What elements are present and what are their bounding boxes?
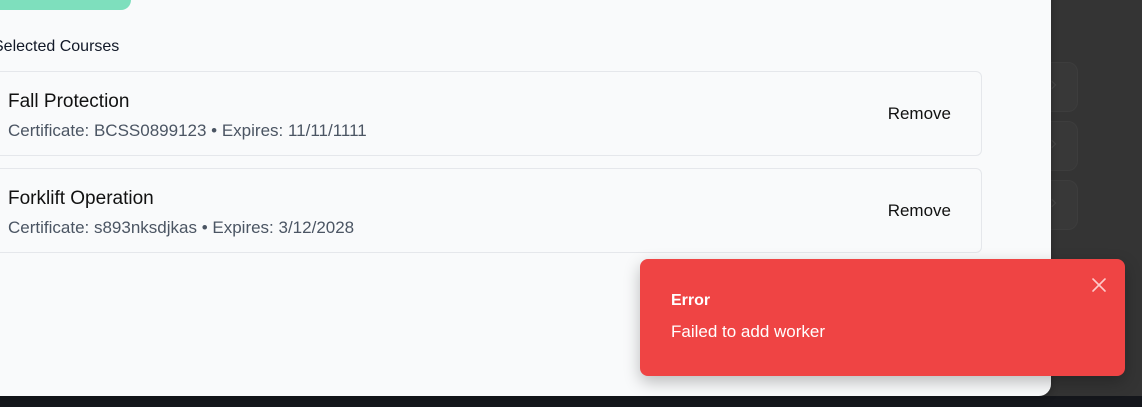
toast-message: Failed to add worker bbox=[671, 322, 826, 341]
submit-button[interactable] bbox=[0, 0, 131, 10]
remove-course-button[interactable]: Remove bbox=[880, 195, 959, 227]
error-toast: Error Failed to add worker bbox=[640, 259, 1125, 376]
remove-course-button[interactable]: Remove bbox=[880, 98, 959, 130]
course-meta: Certificate: BCSS0899123 • Expires: 11/1… bbox=[8, 121, 367, 140]
course-meta: Certificate: s893nksdjkas • Expires: 3/1… bbox=[8, 218, 355, 237]
taskbar bbox=[0, 396, 1142, 407]
course-card: Forklift Operation Certificate: s893nksd… bbox=[0, 168, 982, 253]
section-title: Selected Courses bbox=[0, 38, 120, 55]
course-card: Fall Protection Certificate: BCSS0899123… bbox=[0, 71, 982, 156]
course-name: Forklift Operation bbox=[8, 188, 154, 209]
toast-title: Error bbox=[671, 292, 711, 309]
close-icon[interactable] bbox=[1090, 276, 1108, 294]
course-name: Fall Protection bbox=[8, 91, 130, 112]
